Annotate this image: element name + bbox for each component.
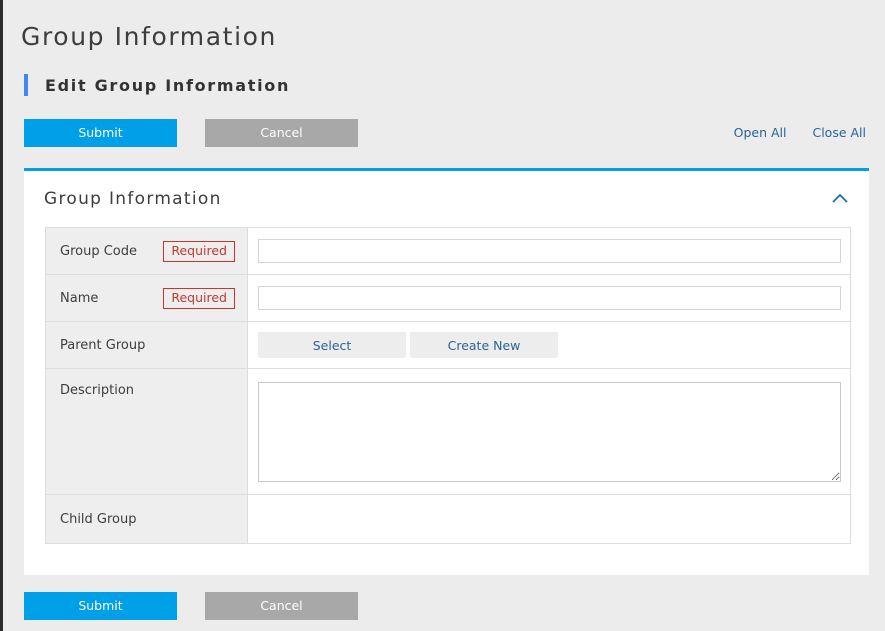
page-container: Group Information Edit Group Information… [3,0,885,631]
description-textarea[interactable] [258,381,841,482]
submit-button-bottom[interactable]: Submit [24,592,177,620]
form-field-cell-description [247,368,851,495]
form-label-cell-description: Description [45,368,248,495]
select-parent-group-button[interactable]: Select [258,332,406,358]
group-code-input[interactable] [258,239,841,263]
section-subtitle: Edit Group Information [24,73,290,97]
form-label-description: Description [60,383,135,398]
form-label-cell-child-group: Child Group [45,494,248,544]
create-new-parent-group-button[interactable]: Create New [410,332,558,358]
top-action-bar: Submit Cancel [24,119,358,147]
form-label-child-group: Child Group [60,511,137,527]
form-row-group-code: Group Code Required [45,227,851,275]
form-field-cell-group-code [247,227,851,275]
subtitle-accent-bar [24,74,28,96]
chevron-up-icon[interactable] [829,188,851,210]
bottom-action-bar: Submit Cancel [24,592,358,620]
panel-title: Group Information [44,189,222,209]
form-field-cell-name [247,274,851,322]
cancel-button-bottom[interactable]: Cancel [205,592,358,620]
parent-group-actions: Select Create New [258,332,841,358]
form-row-parent-group: Parent Group Select Create New [45,321,851,369]
group-information-form: Group Code Required Name Required Parent… [45,227,851,544]
required-badge-name: Required [163,287,235,309]
form-label-cell-group-code: Group Code Required [45,227,248,275]
panel-header: Group Information [24,171,869,227]
form-label-cell-parent-group: Parent Group [45,321,248,369]
form-label-parent-group: Parent Group [60,337,146,353]
cancel-button-top[interactable]: Cancel [205,119,358,147]
submit-button-top[interactable]: Submit [24,119,177,147]
form-row-name: Name Required [45,274,851,322]
group-information-panel: Group Information Group Code Required Na… [24,168,869,575]
child-group-value [247,494,851,544]
form-label-group-code: Group Code [60,243,137,259]
required-badge-group-code: Required [163,240,235,262]
form-label-cell-name: Name Required [45,274,248,322]
expand-collapse-links: Open All Close All [734,125,866,140]
section-subtitle-label: Edit Group Information [45,75,291,95]
close-all-link[interactable]: Close All [812,125,866,140]
form-label-name: Name [60,290,99,306]
form-field-cell-parent-group: Select Create New [247,321,851,369]
page-title: Group Information [21,22,277,51]
form-row-child-group: Child Group [45,494,851,544]
form-row-description: Description [45,368,851,495]
open-all-link[interactable]: Open All [734,125,787,140]
name-input[interactable] [258,286,841,310]
